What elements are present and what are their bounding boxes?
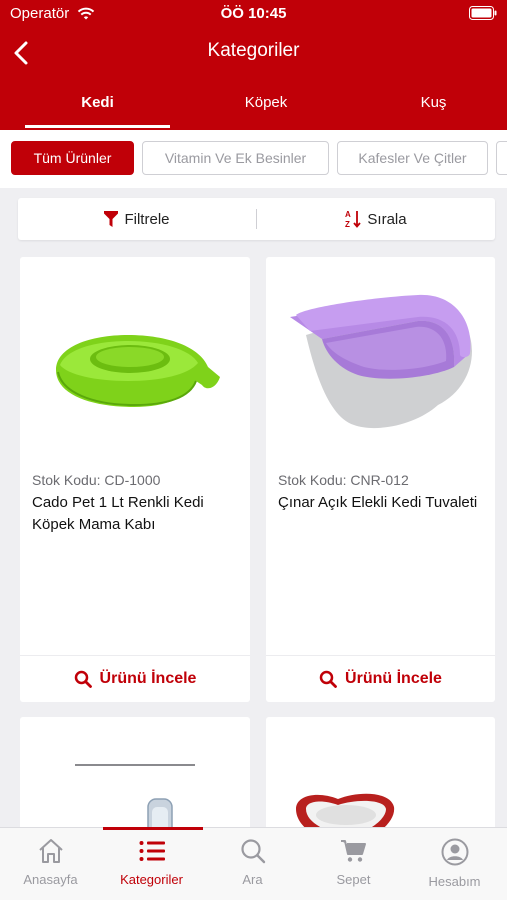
category-tabs: Kedi Köpek Kuş <box>0 82 507 130</box>
svg-text:Z: Z <box>345 220 350 228</box>
tabbar-label: Sepet <box>336 872 371 887</box>
product-image-bowl <box>56 335 220 407</box>
app-header: Operatör ÖÖ 10:45 Kategoriler Kedi Köpek… <box>0 0 507 130</box>
view-product-button[interactable]: Ürünü İncele <box>266 656 495 702</box>
tabbar-item-search[interactable]: Ara <box>202 828 303 900</box>
view-product-label: Ürünü İncele <box>345 670 442 687</box>
user-icon <box>441 838 468 866</box>
product-code: Stok Kodu: CNR-012 <box>278 472 409 488</box>
view-product-button[interactable]: Ürünü İncele <box>20 656 250 702</box>
status-bar: Operatör ÖÖ 10:45 <box>0 0 507 28</box>
chip-all-products[interactable]: Tüm Ürünler <box>11 141 134 175</box>
tabbar-item-account[interactable]: Hesabım <box>404 828 505 900</box>
chip-vitamins[interactable]: Vitamin Ve Ek Besinler <box>142 141 329 175</box>
list-icon <box>139 841 165 861</box>
tabbar-item-cart[interactable]: Sepet <box>303 828 404 900</box>
product-image-litter-box <box>290 294 472 429</box>
cart-icon <box>340 840 366 862</box>
product-code: Stok Kodu: CD-1000 <box>32 472 161 488</box>
tabbar-item-home[interactable]: Anasayfa <box>0 828 101 900</box>
status-time: ÖÖ 10:45 <box>220 5 287 22</box>
page-title: Kategoriler <box>207 40 300 61</box>
filter-sort-bar: Filtrele A Z Sırala <box>18 198 495 240</box>
product-card[interactable]: Stok Kodu: CD-1000 Cado Pet 1 Lt Renkli … <box>20 257 250 702</box>
tabbar-label: Hesabım <box>428 874 481 889</box>
tabbar-label: Kategoriler <box>120 872 183 887</box>
product-title: Cado Pet 1 Lt Renkli Kedi Köpek Mama Kab… <box>32 494 204 533</box>
chip-cages[interactable]: Kafesler Ve Çitler <box>337 141 488 175</box>
sort-label: Sırala <box>367 210 407 228</box>
sort-button[interactable]: A Z Sırala <box>257 198 495 240</box>
search-icon <box>240 839 265 864</box>
tab-kedi[interactable]: Kedi <box>25 82 170 130</box>
tab-kopek[interactable]: Köpek <box>195 82 337 130</box>
search-icon <box>74 670 92 688</box>
subcategory-chips: Tüm Ürünler Vitamin Ve Ek Besinler Kafes… <box>0 130 507 188</box>
product-card[interactable]: Stok Kodu: CNR-012 Çınar Açık Elekli Ked… <box>266 257 495 702</box>
view-product-label: Ürünü İncele <box>99 670 197 687</box>
tabbar-label: Anasayfa <box>23 872 78 887</box>
filter-label: Filtrele <box>124 210 170 228</box>
tabbar-item-categories[interactable]: Kategoriler <box>101 828 202 900</box>
chip-more[interactable] <box>496 141 507 175</box>
tabbar-label: Ara <box>242 872 263 887</box>
funnel-icon <box>104 211 119 227</box>
tab-kus[interactable]: Kuş <box>360 82 507 130</box>
home-icon <box>38 839 63 863</box>
filter-button[interactable]: Filtrele <box>18 198 256 240</box>
svg-text:A: A <box>345 210 351 219</box>
search-icon <box>319 670 337 688</box>
active-tab-indicator <box>25 125 170 128</box>
bottom-tab-bar: Anasayfa Kategoriler Ara Sepet Hesabım <box>0 827 507 900</box>
battery-icon <box>469 6 497 20</box>
product-title: Çınar Açık Elekli Kedi Tuvaleti <box>278 494 478 511</box>
sort-az-icon: A Z <box>345 210 362 228</box>
